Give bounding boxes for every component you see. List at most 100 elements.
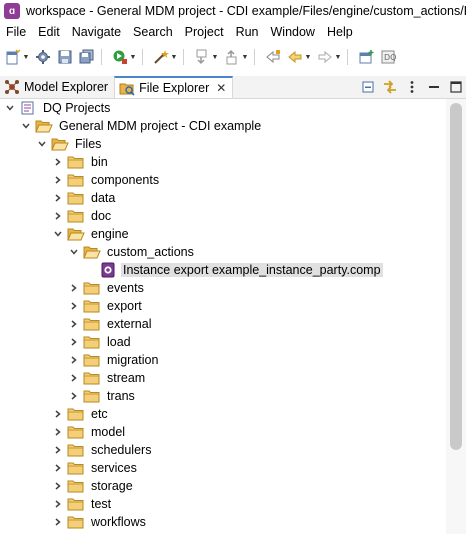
perspective-icon[interactable]: DQ <box>379 48 397 66</box>
menu-search[interactable]: Search <box>127 22 179 42</box>
chevron-right-icon[interactable] <box>52 495 64 513</box>
tree-folder-item[interactable]: etc <box>52 405 110 423</box>
next-annotation-icon[interactable] <box>193 48 211 66</box>
menu-window[interactable]: Window <box>265 22 321 42</box>
tree-folder-item[interactable]: trans <box>68 387 137 405</box>
project-root-icon <box>19 99 37 117</box>
back-dropdown-icon[interactable]: ▼ <box>304 48 312 66</box>
menu-file[interactable]: File <box>0 22 32 42</box>
save-all-icon[interactable] <box>78 48 96 66</box>
chevron-right-icon[interactable] <box>68 333 80 351</box>
tree-folder-item[interactable]: load <box>68 333 133 351</box>
chevron-right-icon[interactable] <box>52 207 64 225</box>
forward-dropdown-icon[interactable]: ▼ <box>334 48 342 66</box>
chevron-down-icon[interactable] <box>36 135 48 153</box>
tree-folder-item[interactable]: external <box>68 315 153 333</box>
tree-item-label: Instance export example_instance_party.c… <box>121 263 383 277</box>
tree-folder-item[interactable]: engine <box>52 225 131 243</box>
folder-icon <box>67 513 85 531</box>
chevron-right-icon[interactable] <box>68 351 80 369</box>
tree-folder-item[interactable]: export <box>68 297 144 315</box>
chevron-down-icon[interactable] <box>52 225 64 243</box>
link-with-editor-icon[interactable] <box>380 77 400 97</box>
svg-text:DQ: DQ <box>384 53 396 62</box>
chevron-right-icon[interactable] <box>52 189 64 207</box>
chevron-right-icon[interactable] <box>52 423 64 441</box>
new-wizard-icon[interactable] <box>4 48 22 66</box>
run-icon[interactable] <box>111 48 129 66</box>
menu-run[interactable]: Run <box>230 22 265 42</box>
tree-folder-item[interactable]: services <box>52 459 139 477</box>
back-arrow-icon[interactable] <box>286 48 304 66</box>
collapse-all-icon[interactable] <box>358 77 378 97</box>
menu-edit[interactable]: Edit <box>32 22 66 42</box>
open-perspective-icon[interactable] <box>357 48 375 66</box>
save-icon[interactable] <box>56 48 74 66</box>
tree-folder-item[interactable]: data <box>52 189 117 207</box>
tree-folder-item[interactable]: DQ Projects <box>4 99 112 117</box>
folder-open-icon <box>35 117 53 135</box>
tree-folder-item[interactable]: schedulers <box>52 441 153 459</box>
folder-icon <box>67 477 85 495</box>
chevron-right-icon[interactable] <box>52 441 64 459</box>
prev-annotation-dropdown-icon[interactable]: ▼ <box>241 48 249 66</box>
chevron-right-icon[interactable] <box>52 171 64 189</box>
chevron-right-icon[interactable] <box>68 369 80 387</box>
tree-folder-item[interactable]: storage <box>52 477 135 495</box>
view-tab-bar: Model Explorer File Explorer ✕ <box>0 76 466 99</box>
tab-model-explorer[interactable]: Model Explorer <box>0 76 114 98</box>
folder-icon <box>83 279 101 297</box>
tree-folder-item[interactable]: custom_actions <box>68 243 196 261</box>
run-dropdown-icon[interactable]: ▼ <box>129 48 137 66</box>
wand-icon[interactable] <box>152 48 170 66</box>
tree-folder-item[interactable]: workflows <box>52 513 148 531</box>
tree-folder-item[interactable]: doc <box>52 207 113 225</box>
tab-file-explorer[interactable]: File Explorer ✕ <box>114 76 234 98</box>
chevron-right-icon[interactable] <box>52 477 64 495</box>
scrollbar-thumb[interactable] <box>450 103 462 450</box>
wand-dropdown-icon[interactable]: ▼ <box>170 48 178 66</box>
vertical-scrollbar[interactable] <box>446 99 466 534</box>
forward-arrow-icon[interactable] <box>316 48 334 66</box>
chevron-right-icon[interactable] <box>68 315 80 333</box>
view-menu-icon[interactable] <box>402 77 422 97</box>
folder-icon <box>83 387 101 405</box>
menu-help[interactable]: Help <box>321 22 359 42</box>
tree-item-label: storage <box>91 479 133 493</box>
tree-folder-item[interactable]: events <box>68 279 146 297</box>
folder-icon <box>67 405 85 423</box>
menu-project[interactable]: Project <box>179 22 230 42</box>
tree-folder-item[interactable]: stream <box>68 369 147 387</box>
chevron-down-icon[interactable] <box>68 243 80 261</box>
tree-item-label: model <box>91 425 126 439</box>
close-icon[interactable]: ✕ <box>216 81 226 95</box>
menu-navigate[interactable]: Navigate <box>66 22 127 42</box>
new-dropdown-icon[interactable]: ▼ <box>22 48 30 66</box>
folder-icon <box>67 153 85 171</box>
chevron-right-icon[interactable] <box>52 153 64 171</box>
last-edit-location-icon[interactable] <box>264 48 282 66</box>
tree-file-item[interactable]: Instance export example_instance_party.c… <box>84 261 383 279</box>
tree-folder-item[interactable]: migration <box>68 351 160 369</box>
prev-annotation-icon[interactable] <box>223 48 241 66</box>
tree-folder-item[interactable]: bin <box>52 153 110 171</box>
chevron-right-icon[interactable] <box>68 279 80 297</box>
tree-item-label: schedulers <box>91 443 152 457</box>
chevron-right-icon[interactable] <box>68 387 80 405</box>
chevron-down-icon[interactable] <box>20 117 32 135</box>
minimize-icon[interactable] <box>424 77 444 97</box>
chevron-right-icon[interactable] <box>68 297 80 315</box>
chevron-down-icon[interactable] <box>4 99 16 117</box>
tree-folder-item[interactable]: components <box>52 171 161 189</box>
view-actions <box>356 76 466 98</box>
chevron-right-icon[interactable] <box>52 405 64 423</box>
chevron-right-icon[interactable] <box>52 459 64 477</box>
tree-folder-item[interactable]: model <box>52 423 127 441</box>
tree-folder-item[interactable]: General MDM project - CDI example <box>20 117 263 135</box>
next-annotation-dropdown-icon[interactable]: ▼ <box>211 48 219 66</box>
chevron-right-icon[interactable] <box>52 513 64 531</box>
settings-gear-icon[interactable] <box>34 48 52 66</box>
maximize-icon[interactable] <box>446 77 466 97</box>
tree-folder-item[interactable]: test <box>52 495 113 513</box>
tree-folder-item[interactable]: Files <box>36 135 103 153</box>
